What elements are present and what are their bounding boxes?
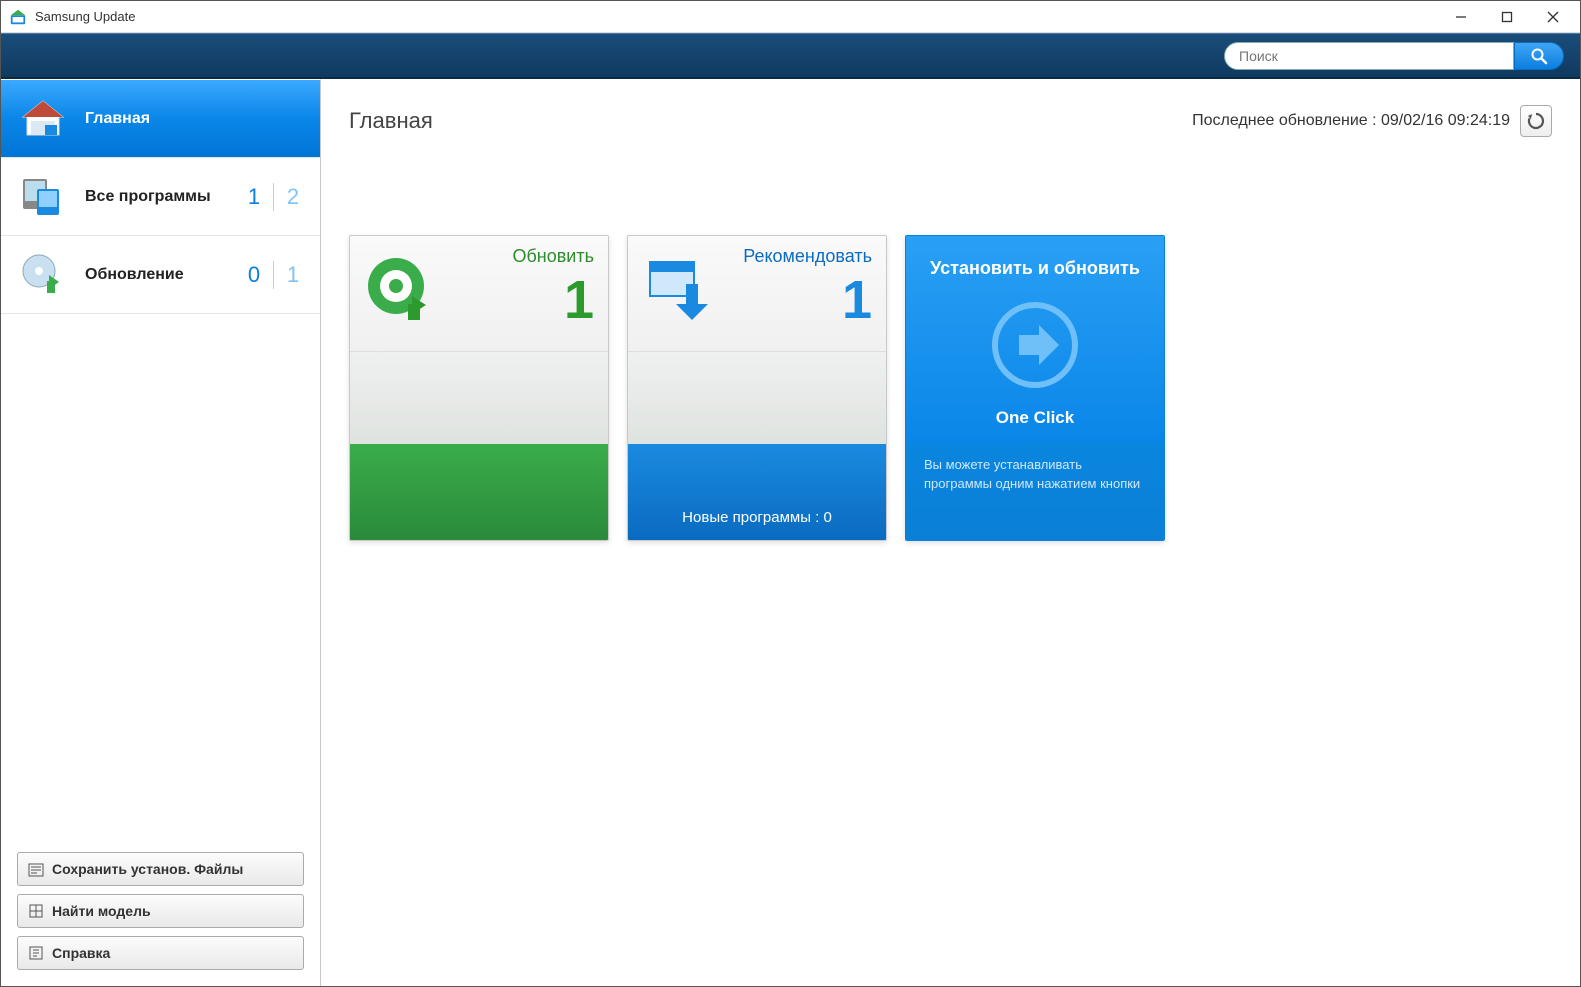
save-icon — [28, 861, 44, 877]
app-logo-icon — [9, 8, 27, 26]
new-programs-label: Новые программы : 0 — [682, 509, 832, 526]
nav-item-all-programs[interactable]: Все программы 1 2 — [1, 158, 320, 236]
count-available: 1 — [280, 262, 306, 288]
save-install-files-button[interactable]: Сохранить установ. Файлы — [17, 852, 304, 886]
maximize-button[interactable] — [1484, 2, 1530, 32]
card-count: 1 — [842, 273, 872, 327]
close-button[interactable] — [1530, 2, 1576, 32]
nav-label: Обновление — [85, 266, 241, 284]
count-total: 2 — [280, 184, 306, 210]
card-title: Установить и обновить — [930, 258, 1140, 279]
card-count: 1 — [564, 273, 594, 327]
minimize-button[interactable] — [1438, 2, 1484, 32]
topbar — [1, 33, 1580, 79]
card-title: Рекомендовать — [743, 246, 872, 267]
card-description: Вы можете устанавливать программы одним … — [906, 442, 1164, 540]
last-update-label: Последнее обновление : 09/02/16 09:24:19 — [1192, 112, 1510, 130]
programs-icon — [19, 173, 67, 221]
find-model-button[interactable]: Найти модель — [17, 894, 304, 928]
nav-item-home[interactable]: Главная — [1, 80, 320, 158]
help-icon — [28, 945, 44, 961]
button-label: Найти модель — [52, 903, 151, 919]
button-label: Справка — [52, 945, 110, 961]
nav: Главная Все программы 1 2 Обновление — [1, 80, 320, 844]
sidebar: Главная Все программы 1 2 Обновление — [1, 79, 321, 986]
one-click-label: One Click — [996, 408, 1074, 428]
card-title: Обновить — [512, 246, 594, 267]
sidebar-actions: Сохранить установ. Файлы Найти модель Сп… — [1, 844, 320, 986]
card-update[interactable]: Обновить 1 — [349, 235, 609, 541]
search-icon — [1530, 47, 1548, 65]
refresh-button[interactable] — [1520, 105, 1552, 137]
refresh-icon — [1526, 111, 1546, 131]
download-program-icon — [642, 254, 714, 331]
find-model-icon — [28, 903, 44, 919]
card-recommend[interactable]: Рекомендовать 1 Новые программы : 0 — [627, 235, 887, 541]
nav-counts: 1 2 — [241, 183, 306, 211]
update-disc-icon — [19, 251, 67, 299]
search-box — [1224, 42, 1564, 70]
count-installed: 1 — [241, 184, 267, 210]
main-content: Главная Последнее обновление : 09/02/16 … — [321, 79, 1580, 986]
count-pending: 0 — [241, 262, 267, 288]
home-icon — [19, 95, 67, 143]
search-button[interactable] — [1514, 42, 1564, 70]
search-input[interactable] — [1224, 42, 1514, 70]
page-title: Главная — [349, 108, 1192, 134]
one-click-arrow-icon — [989, 299, 1081, 396]
nav-label: Главная — [85, 110, 306, 128]
dashboard-cards: Обновить 1 Рекомендовать 1 Новые програм — [321, 151, 1580, 541]
card-footer: Новые программы : 0 — [628, 444, 886, 540]
window-title: Samsung Update — [35, 9, 1438, 24]
card-install-update[interactable]: Установить и обновить One Click Вы может… — [905, 235, 1165, 541]
main-header: Главная Последнее обновление : 09/02/16 … — [321, 79, 1580, 151]
nav-item-updates[interactable]: Обновление 0 1 — [1, 236, 320, 314]
nav-counts: 0 1 — [241, 261, 306, 289]
help-button[interactable]: Справка — [17, 936, 304, 970]
titlebar: Samsung Update — [1, 1, 1580, 33]
nav-label: Все программы — [85, 188, 241, 206]
button-label: Сохранить установ. Файлы — [52, 861, 243, 877]
disc-update-icon — [364, 254, 436, 331]
